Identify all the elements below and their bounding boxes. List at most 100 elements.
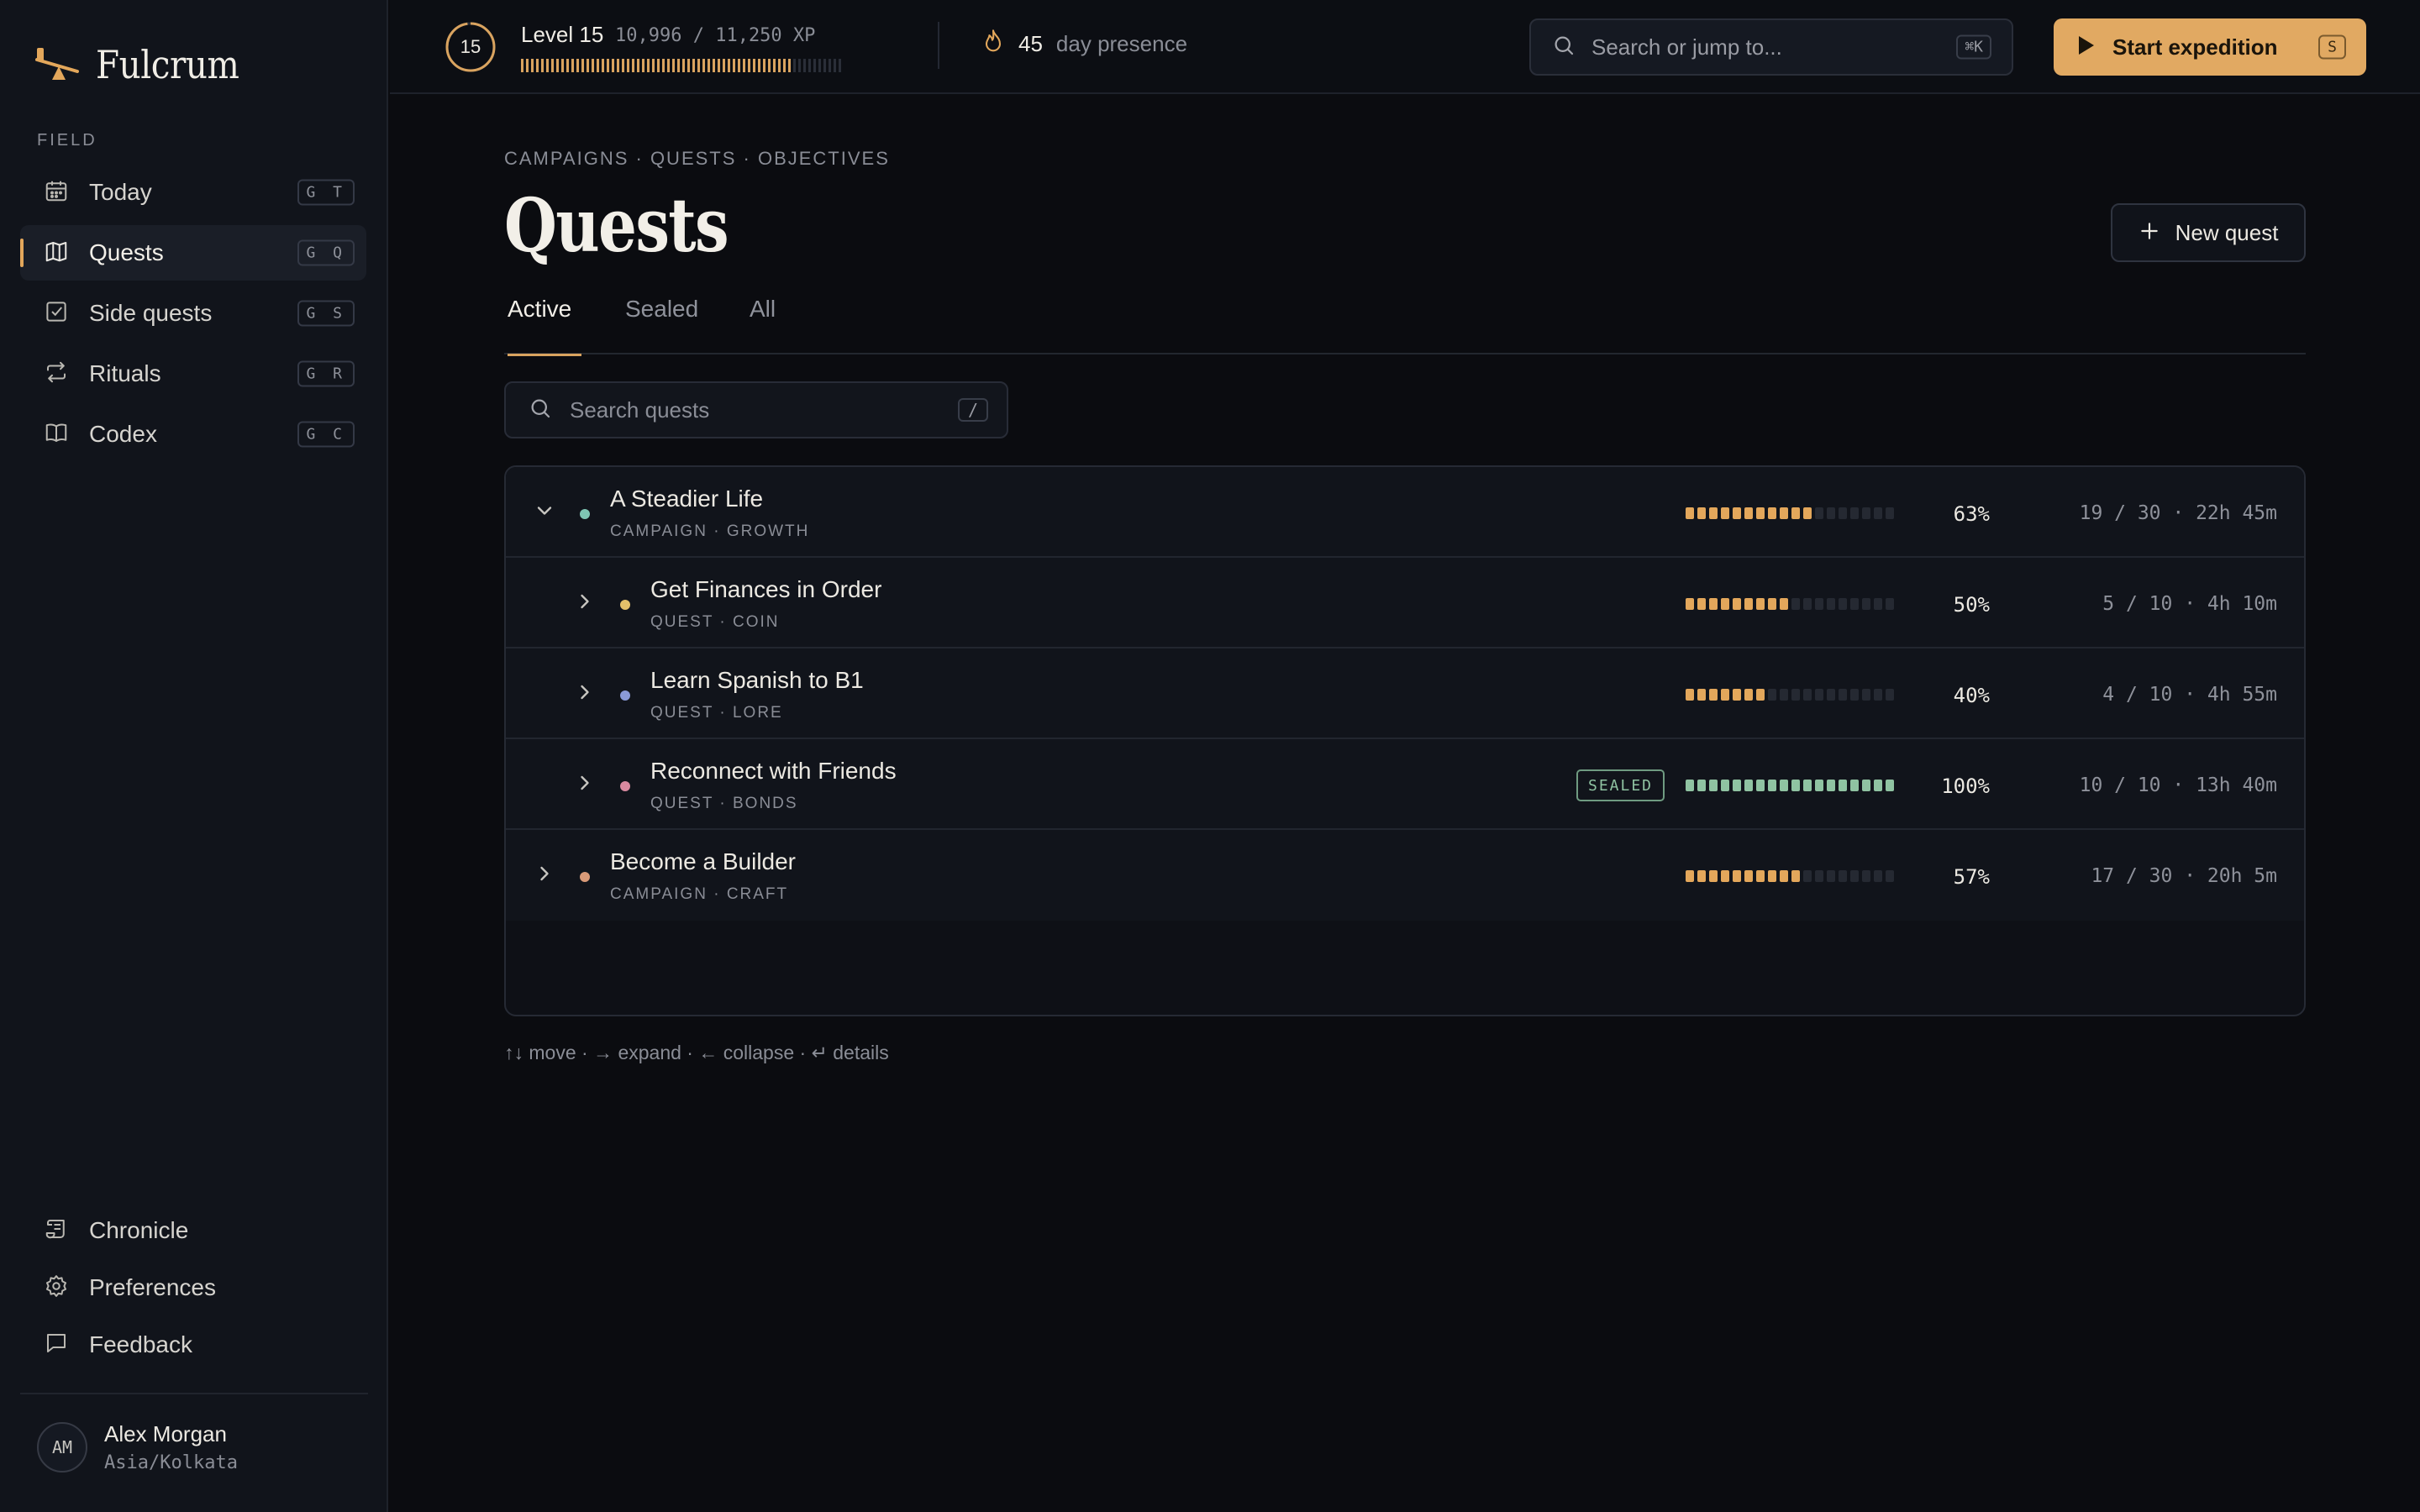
progress-segment [1827,780,1835,791]
chevron-right-icon[interactable] [573,590,597,613]
xp-bar-segment [652,59,655,72]
progress-segment [1839,689,1847,701]
quest-row[interactable]: A Steadier Life CAMPAIGN · GROWTH 63% 19 / … [506,467,2304,558]
primary-nav: Today G T Quests G Q Side quests G S Rit… [20,165,366,467]
search-placeholder: Search quests [570,396,710,423]
quest-row[interactable]: Get Finances in Order QUEST · COIN 50% 5 / … [506,558,2304,648]
shortcut-hint: G R [297,360,355,387]
tab-active[interactable]: Active [508,292,581,356]
progress-segment [1733,507,1741,519]
quest-title: Learn Spanish to B1 [650,667,864,693]
sidebar-item-label: Feedback [89,1331,192,1357]
xp-bar-segment [617,59,619,72]
xp-bar-segment [702,59,705,72]
progress-segment [1862,780,1870,791]
sidebar-item-today[interactable]: Today G T [20,165,366,220]
global-search-input[interactable]: Search or jump to... ⌘K [1529,18,2013,76]
chevron-right-icon[interactable] [533,862,556,885]
sidebar-item-rituals[interactable]: Rituals G R [20,346,366,402]
xp-bar-segment [839,59,841,72]
xp-progress-bar [521,59,841,72]
xp-bar-segment [612,59,614,72]
progress-segment [1886,689,1894,701]
xp-bar-segment [581,59,584,72]
progress-segment [1686,870,1694,882]
sidebar-item-codex[interactable]: Codex G C [20,407,366,462]
chevron-down-icon[interactable] [533,499,556,522]
new-quest-button[interactable]: New quest [2111,203,2306,262]
progress-segment [1756,598,1765,610]
xp-bar-segment [743,59,745,72]
xp-bar-segment [672,59,675,72]
category-dot [620,781,630,791]
xp-bar-segment [587,59,589,72]
progress-segment [1709,780,1718,791]
checkbox-icon [44,299,69,328]
nav-section-label: FIELD [37,131,97,150]
progress-segment [1874,507,1882,519]
xp-bar-segment [818,59,821,72]
plus-icon [2139,220,2160,246]
xp-bar-segment [592,59,594,72]
xp-bar-segment [708,59,710,72]
start-expedition-button[interactable]: Start expedition S [2054,18,2366,76]
progress-segment [1886,780,1894,791]
progress-segment [1756,870,1765,882]
shortcut-hint: G Q [297,239,355,266]
progress-bar [1686,507,1894,519]
quest-row[interactable]: Reconnect with Friends QUEST · BONDS SEALE… [506,739,2304,830]
shortcut-hint: / [957,398,988,422]
sidebar-item-quests[interactable]: Quests G Q [20,225,366,281]
progress-segment [1803,870,1812,882]
progress-percent: 57% [1953,865,1990,889]
sidebar-item-side-quests[interactable]: Side quests G S [20,286,366,341]
brand[interactable]: Fulcrum [34,42,259,87]
quest-subtitle: QUEST · BONDS [650,795,798,812]
shortcut-hint: G T [297,179,355,206]
tab-all[interactable]: All [750,292,776,354]
quest-stats: 5 / 10 · 4h 10m [2102,593,2277,615]
xp-bar-segment [829,59,831,72]
progress-segment [1839,780,1847,791]
progress-segment [1733,689,1741,701]
sidebar-item-preferences[interactable]: Preferences [20,1262,366,1314]
chevron-right-icon[interactable] [573,771,597,795]
quest-search-input[interactable]: Search quests / [504,381,1008,438]
progress-segment [1815,507,1823,519]
xp-bar-segment [556,59,559,72]
quest-stats: 10 / 10 · 13h 40m [2079,774,2277,796]
sidebar-item-feedback[interactable]: Feedback [20,1319,366,1371]
sidebar-item-label: Rituals [89,360,161,386]
page-title: Quests [504,181,729,269]
progress-segment [1686,780,1694,791]
xp-bar-segment [662,59,665,72]
progress-segment [1768,598,1776,610]
tab-sealed[interactable]: Sealed [625,292,698,354]
chevron-right-icon[interactable] [573,680,597,704]
progress-segment [1721,870,1729,882]
progress-segment [1733,870,1741,882]
xp-bar-segment [733,59,735,72]
progress-segment [1744,780,1753,791]
progress-segment [1850,780,1859,791]
progress-segment [1780,780,1788,791]
user-profile[interactable]: AM Alex Morgan Asia/Kolkata [37,1421,238,1473]
progress-bar [1686,598,1894,610]
progress-segment [1721,598,1729,610]
xp-bar-segment [758,59,760,72]
quest-row[interactable]: Learn Spanish to B1 QUEST · LORE 40% 4 / 10… [506,648,2304,739]
quest-title: A Steadier Life [610,486,764,512]
flame-icon [981,29,1005,60]
tab-bar: Active Sealed All [504,292,2306,356]
xp-bar-segment [561,59,564,72]
gear-icon [44,1273,69,1303]
search-icon [1551,33,1576,62]
sidebar-item-chronicle[interactable]: Chronicle [20,1205,366,1257]
calendar-icon [44,178,69,207]
progress-segment [1709,689,1718,701]
progress-segment [1862,507,1870,519]
progress-segment [1850,870,1859,882]
quest-row[interactable]: Become a Builder CAMPAIGN · CRAFT 57% 17 / … [506,830,2304,921]
xp-bar-segment [773,59,776,72]
xp-bar-segment [521,59,523,72]
